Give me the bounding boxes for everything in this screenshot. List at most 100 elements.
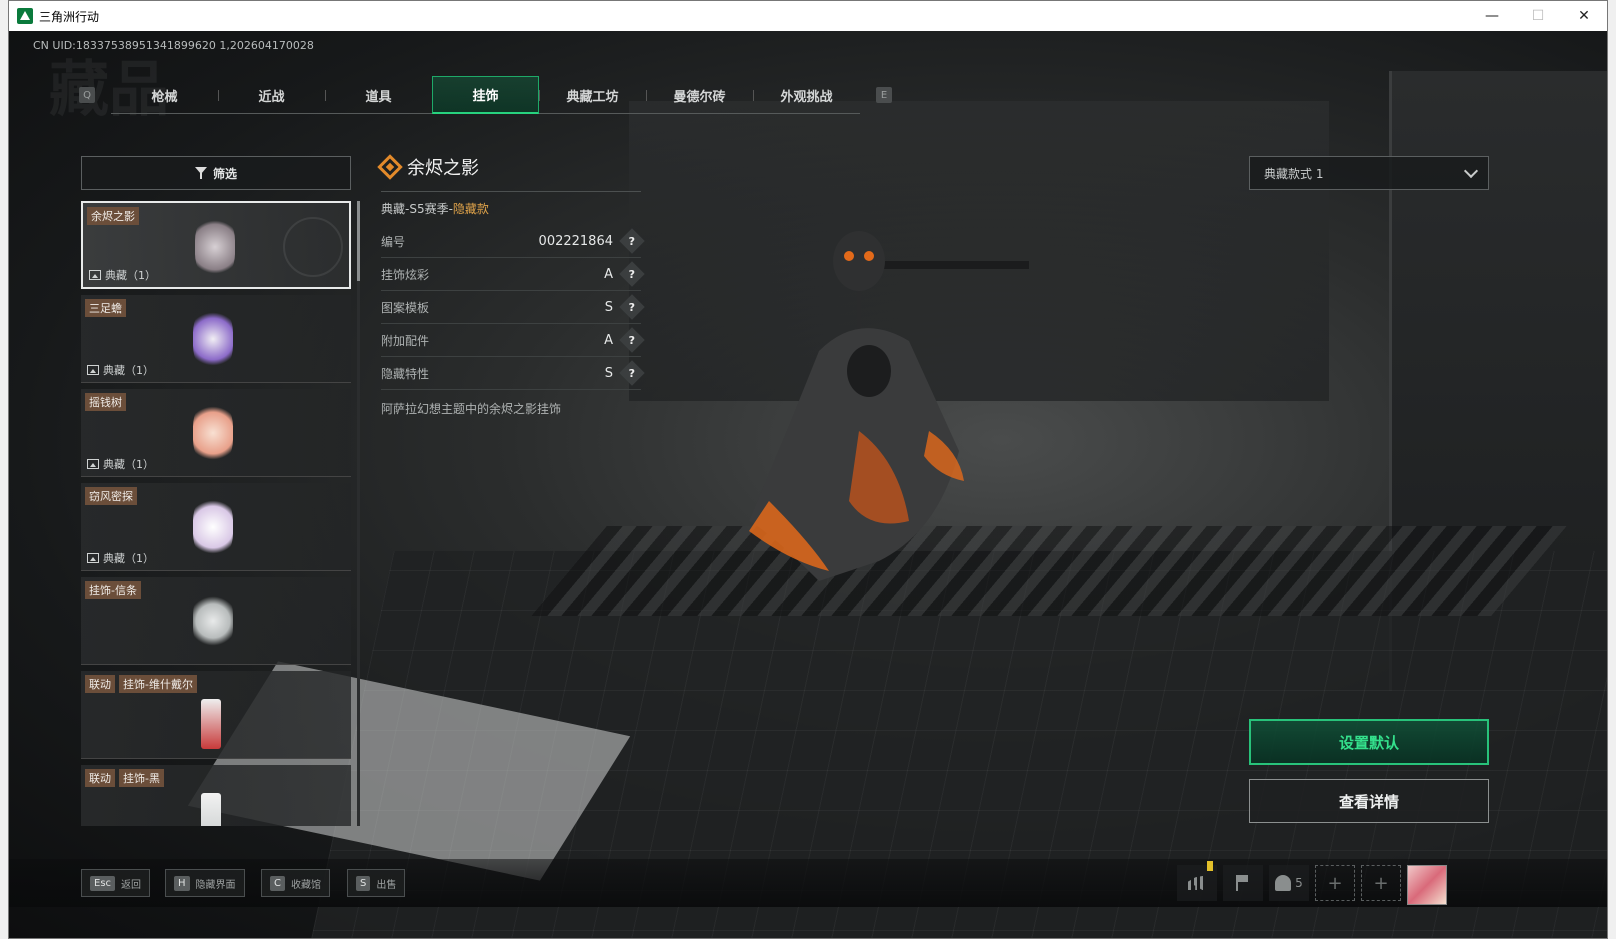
list-item[interactable]: 联动 挂饰-维什戴尔: [81, 671, 351, 759]
item-name-tag: 窃风密探: [85, 487, 137, 505]
flag-button[interactable]: [1223, 865, 1263, 901]
item-name-tag: 挂饰-维什戴尔: [119, 675, 197, 693]
image-icon: [87, 553, 99, 563]
stats-button[interactable]: [1177, 861, 1217, 901]
item-tags: 挂饰-信条: [85, 581, 141, 599]
list-item[interactable]: 余烬之影 典藏（1）: [81, 201, 351, 289]
filter-button[interactable]: 筛选: [81, 156, 351, 190]
avatar[interactable]: [1407, 865, 1447, 905]
item-tags: 余烬之影: [87, 207, 139, 225]
detail-description: 阿萨拉幻想主题中的余烬之影挂饰: [381, 402, 562, 416]
row-value: S: [604, 365, 613, 381]
item-thumbnail: [201, 699, 221, 749]
uid-label: CN UID:18337538951341899620 1,2026041700…: [33, 39, 314, 52]
sell-hint[interactable]: S 出售: [347, 869, 406, 897]
bar-chart-icon: [1188, 876, 1206, 890]
row-label: 隐藏特性: [381, 366, 430, 381]
maximize-button[interactable]: ☐: [1515, 1, 1561, 31]
close-button[interactable]: ✕: [1561, 1, 1607, 31]
detail-title: 余烬之影: [377, 149, 641, 185]
list-item[interactable]: 摇钱树 典藏（1）: [81, 389, 351, 477]
series-prefix: 典藏-S5赛季-: [381, 202, 453, 216]
tab-next-key[interactable]: E: [876, 87, 892, 103]
row-value: A: [604, 332, 613, 348]
series-label: 典藏-S5赛季-隐藏款: [381, 200, 641, 217]
item-thumbnail: [201, 793, 221, 826]
item-name-tag: 挂饰-黑: [119, 769, 164, 787]
list-scrollbar[interactable]: [357, 201, 360, 826]
party-count: 5: [1295, 876, 1303, 890]
item-name-tag: 余烬之影: [87, 207, 139, 225]
system-icons: 5 + +: [1177, 861, 1447, 905]
style-dropdown[interactable]: 典藏款式 1: [1249, 156, 1489, 190]
item-collab-tag: 联动: [85, 675, 115, 693]
item-subtitle: 典藏（1）: [87, 456, 154, 472]
skull-eye-left: [844, 251, 854, 261]
minimize-button[interactable]: —: [1469, 1, 1515, 31]
tab-charms[interactable]: 挂饰: [432, 76, 539, 114]
item-count-label: 典藏（1）: [105, 269, 156, 282]
skull-eye-right: [864, 251, 874, 261]
tab-mandel-brick[interactable]: 曼德尔砖: [646, 76, 753, 114]
add-member-slot-2[interactable]: +: [1361, 865, 1401, 901]
scrollbar-thumb[interactable]: [357, 201, 360, 281]
tab-items[interactable]: 道具: [325, 76, 432, 114]
hint-label: 返回: [121, 879, 142, 891]
item-name-tag: 摇钱树: [85, 393, 126, 411]
detail-row-color: 挂饰炫彩 A?: [381, 258, 645, 291]
charm-skull: [833, 231, 885, 291]
tab-prev-key[interactable]: Q: [79, 87, 95, 103]
item-subtitle: 典藏（1）: [89, 267, 156, 283]
list-item[interactable]: 窃风密探 典藏（1）: [81, 483, 351, 571]
view-details-button[interactable]: 查看详情: [1249, 779, 1489, 823]
collection-hint[interactable]: C 收藏馆: [261, 869, 330, 897]
set-default-button[interactable]: 设置默认: [1249, 719, 1489, 765]
rarity-diamond-icon: [377, 154, 403, 180]
key-s: S: [356, 875, 371, 891]
detail-row-hidden-trait: 隐藏特性 S?: [381, 357, 645, 390]
tab-appearance-challenge[interactable]: 外观挑战: [753, 76, 860, 114]
detail-row-pattern: 图案模板 S?: [381, 291, 645, 324]
charm-list: 余烬之影 典藏（1） 三足蟾 典藏（1） 摇钱树 典藏（1） 窃风密探 典藏（1…: [81, 201, 353, 826]
row-value-group: 002221864?: [539, 228, 645, 254]
background-rail: [531, 526, 1567, 616]
emblem-watermark-icon: [283, 217, 343, 277]
app-logo-icon: [17, 8, 33, 24]
item-thumbnail: [193, 495, 233, 559]
detail-title-text: 余烬之影: [407, 158, 479, 179]
key-c: C: [270, 875, 285, 891]
ember-shadow-charm-model[interactable]: [709, 201, 1029, 621]
list-item[interactable]: 三足蟾 典藏（1）: [81, 295, 351, 383]
item-name-tag: 三足蟾: [85, 299, 126, 317]
window-title: 三角洲行动: [39, 9, 100, 24]
tab-melee[interactable]: 近战: [218, 76, 325, 114]
tab-workshop[interactable]: 典藏工坊: [539, 76, 646, 114]
item-count-label: 典藏（1）: [103, 364, 154, 377]
row-value-group: S?: [605, 294, 645, 320]
hide-ui-hint[interactable]: H 隐藏界面: [165, 869, 245, 897]
party-button[interactable]: 5: [1269, 865, 1309, 901]
people-icon: [1275, 875, 1292, 891]
help-icon[interactable]: ?: [619, 327, 645, 353]
row-label: 编号: [381, 234, 406, 249]
back-hint[interactable]: Esc 返回: [81, 869, 151, 897]
row-value: A: [604, 266, 613, 282]
row-label: 挂饰炫彩: [381, 267, 430, 282]
divider: [381, 191, 641, 192]
title-bar[interactable]: 三角洲行动 — ☐ ✕: [9, 1, 1607, 31]
item-name-tag: 挂饰-信条: [85, 581, 141, 599]
add-member-slot-1[interactable]: +: [1315, 865, 1355, 901]
tab-guns[interactable]: 枪械: [111, 76, 218, 114]
help-icon[interactable]: ?: [619, 360, 645, 386]
category-tabs: Q 枪械 近战 道具 挂饰 典藏工坊 曼德尔砖 外观挑战 E: [79, 75, 892, 115]
help-icon[interactable]: ?: [619, 261, 645, 287]
item-subtitle: 典藏（1）: [87, 550, 154, 566]
help-icon[interactable]: ?: [619, 294, 645, 320]
row-value-group: S?: [604, 360, 645, 386]
item-thumbnail: [193, 401, 233, 465]
list-item[interactable]: 挂饰-信条: [81, 577, 351, 665]
item-thumbnail: [193, 307, 233, 371]
list-item[interactable]: 联动 挂饰-黑: [81, 765, 351, 826]
help-icon[interactable]: ?: [619, 228, 645, 254]
key-esc: Esc: [90, 875, 116, 891]
